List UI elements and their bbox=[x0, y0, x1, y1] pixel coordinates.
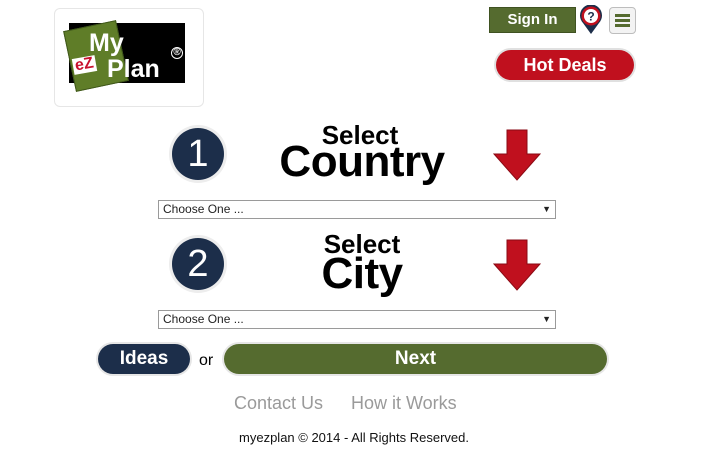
logo[interactable]: My eZ Plan ® bbox=[54, 8, 204, 107]
step-1-country-text: Country bbox=[279, 137, 445, 186]
city-dropdown-value: Choose One ... bbox=[163, 312, 244, 326]
hot-deals-button[interactable]: Hot Deals bbox=[496, 50, 634, 80]
logo-registered-mark: ® bbox=[171, 47, 183, 59]
country-dropdown[interactable]: Choose One ... ▼ bbox=[158, 200, 556, 219]
next-button[interactable]: Next bbox=[224, 344, 607, 374]
how-it-works-link[interactable]: How it Works bbox=[351, 393, 457, 414]
menu-bar bbox=[615, 14, 630, 17]
country-dropdown-value: Choose One ... bbox=[163, 202, 244, 216]
contact-us-link[interactable]: Contact Us bbox=[234, 393, 323, 414]
help-pin-icon[interactable]: ? bbox=[577, 4, 605, 35]
menu-bar bbox=[615, 24, 630, 27]
down-arrow-icon bbox=[492, 238, 542, 292]
logo-plan-text: Plan bbox=[107, 55, 160, 83]
city-dropdown[interactable]: Choose One ... ▼ bbox=[158, 310, 556, 329]
logo-my-text: My bbox=[89, 29, 124, 57]
menu-bar bbox=[615, 19, 630, 22]
hamburger-menu-icon[interactable] bbox=[609, 7, 636, 34]
chevron-down-icon: ▼ bbox=[542, 204, 551, 214]
chevron-down-icon: ▼ bbox=[542, 314, 551, 324]
copyright-text: myezplan © 2014 - All Rights Reserved. bbox=[239, 430, 469, 445]
ideas-button[interactable]: Ideas bbox=[98, 344, 190, 374]
step-number-1: 1 bbox=[172, 128, 224, 180]
step-2-city-text: City bbox=[321, 249, 403, 298]
svg-text:?: ? bbox=[587, 10, 594, 24]
step-number-2: 2 bbox=[172, 238, 224, 290]
or-text: or bbox=[199, 352, 214, 369]
down-arrow-icon bbox=[492, 128, 542, 182]
sign-in-button[interactable]: Sign In bbox=[489, 7, 576, 33]
